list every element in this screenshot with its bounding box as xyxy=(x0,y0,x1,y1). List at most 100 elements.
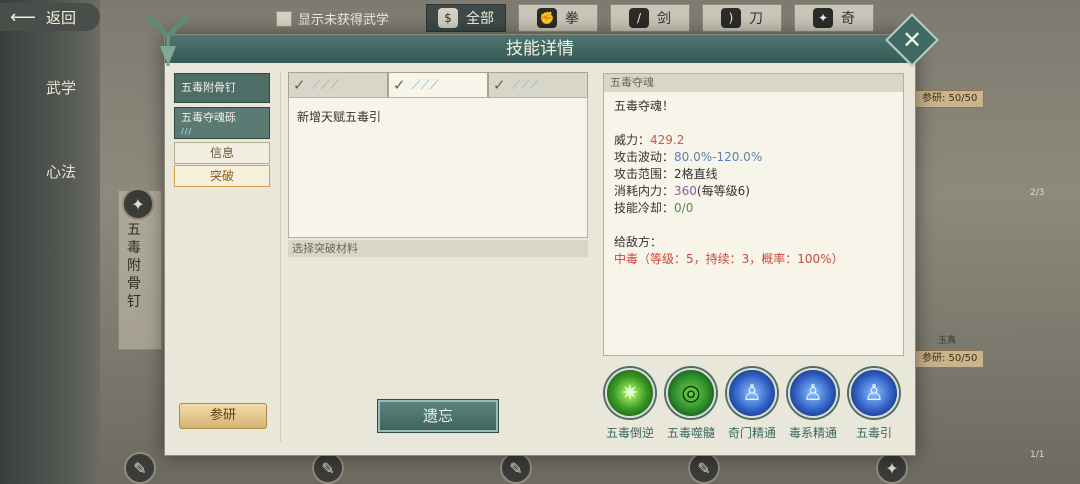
stat-power: 威力：429.2 xyxy=(614,132,893,149)
filter-tab-all[interactable]: $ 全部 xyxy=(426,4,506,32)
background-count-2: 1/1 xyxy=(1030,450,1045,460)
divider xyxy=(280,72,281,442)
info-body: 五毒夺魂！ 威力：429.2 攻击波动：80.0%-120.0% 攻击范围：2格… xyxy=(604,92,903,274)
filter-label: 全部 xyxy=(466,11,494,27)
blade-icon: ) xyxy=(721,8,741,28)
filter-label: 剑 xyxy=(657,11,671,27)
back-button[interactable]: ⟵ 返回 xyxy=(0,3,100,31)
talent-item[interactable]: ♙ 五毒引 xyxy=(844,368,904,441)
stat-cooldown: 技能冷却：0/0 xyxy=(614,200,893,217)
background-count: 2/3 xyxy=(1030,188,1045,198)
filter-tab-fist[interactable]: ✊ 拳 xyxy=(518,4,598,32)
stat-value: 80.0%-120.0% xyxy=(674,150,763,164)
left-category-bar: 武学 心法 xyxy=(0,0,100,484)
sword-level-icon: ⟋⟋⟋ xyxy=(411,77,439,93)
talent-label: 五毒倒逆 xyxy=(605,426,654,440)
close-icon: ✕ xyxy=(901,25,923,54)
level-tabs: ✓ ⟋⟋⟋ ✓ ⟋⟋⟋ ✓ ⟋⟋⟋ xyxy=(288,72,588,98)
filter-tab-sword[interactable]: / 剑 xyxy=(610,4,690,32)
subtab-breakthrough[interactable]: 突破 xyxy=(174,165,270,187)
talent-label: 五毒噬髓 xyxy=(666,426,715,440)
subtab-info[interactable]: 信息 xyxy=(174,142,270,164)
sidebar-tab-mind[interactable]: 心法 xyxy=(46,162,76,182)
back-label: 返回 xyxy=(46,8,77,27)
info-subtitle: 五毒夺魂！ xyxy=(614,99,675,113)
stat-value: 2格直线 xyxy=(674,167,718,181)
filter-label: 刀 xyxy=(749,11,763,27)
shuriken-icon: ✦ xyxy=(876,452,908,484)
level-tab-2[interactable]: ✓ ⟋⟋⟋ xyxy=(388,72,488,98)
talent-label: 奇门精通 xyxy=(727,426,776,440)
background-research-label-2: 参研: 50/50 xyxy=(915,350,985,368)
show-unobtained-label: 显示未获得武学 xyxy=(298,13,390,28)
filter-tab-blade[interactable]: ) 刀 xyxy=(702,4,782,32)
forget-button[interactable]: 遗忘 xyxy=(377,399,499,433)
fist-icon: ✊ xyxy=(537,8,557,28)
skill-list-item-selected[interactable]: 五毒夺魂砾 /// xyxy=(174,107,270,139)
shuriken-icon: ✦ xyxy=(813,8,833,28)
research-button[interactable]: 参研 xyxy=(179,403,267,429)
stat-fluctuation: 攻击波动：80.0%-120.0% xyxy=(614,149,893,166)
filter-label: 奇 xyxy=(841,11,855,27)
stat-value: 429.2 xyxy=(650,133,685,147)
skill-list-item[interactable]: 五毒附骨钉 xyxy=(174,73,270,103)
sword-level-icon: ⟋⟋⟋ xyxy=(511,77,539,93)
stat-value: 0/0 xyxy=(674,201,694,215)
talent-item[interactable]: ♙ 毒系精通 xyxy=(783,368,843,441)
background-card-caption: 玉真 xyxy=(938,336,957,346)
meditating-figure-icon: ♙ xyxy=(727,368,777,418)
talent-item[interactable]: ✷ 五毒倒逆 xyxy=(600,368,660,441)
stat-value: 360 xyxy=(674,184,697,198)
sword-level-icon: ⟋⟋⟋ xyxy=(311,77,339,93)
level-tab-1[interactable]: ✓ ⟋⟋⟋ xyxy=(288,72,388,98)
meditating-figure-icon: ♙ xyxy=(849,368,899,418)
skill-info-panel: 五毒夺魂 五毒夺魂！ 威力：429.2 攻击波动：80.0%-120.0% 攻击… xyxy=(603,73,904,356)
money-bag-icon: $ xyxy=(438,8,458,28)
stat-extra: (每等级6) xyxy=(696,184,750,198)
blade-icon: ✎ xyxy=(312,452,344,484)
filter-label: 拳 xyxy=(565,11,579,27)
stat-label: 威力： xyxy=(614,133,651,147)
back-arrow-icon: ⟵ xyxy=(10,6,36,28)
blade-icon: ✎ xyxy=(124,452,156,484)
background-research-label: 参研: 50/50 xyxy=(915,90,985,108)
talent-icon-row: ✷ 五毒倒逆 ◎ 五毒噬髓 ♙ 奇门精通 ♙ 毒系精通 ♙ 五毒引 xyxy=(600,368,910,446)
stat-label: 消耗内力： xyxy=(614,184,675,198)
sidebar-tab-martial[interactable]: 武学 xyxy=(46,78,76,98)
talent-label: 毒系精通 xyxy=(788,426,837,440)
talent-label: 五毒引 xyxy=(855,426,892,440)
enemy-effect: 中毒（等级：5，持续：3，概率：100%） xyxy=(614,252,844,266)
info-title: 五毒夺魂 xyxy=(604,74,903,92)
stat-cost: 消耗内力：360(每等级6) xyxy=(614,183,893,200)
background-card-name: 五毒附骨钉 xyxy=(127,222,141,310)
checkbox[interactable] xyxy=(276,10,292,27)
stat-range: 攻击范围：2格直线 xyxy=(614,166,893,183)
skill-name: 五毒夺魂砾 xyxy=(181,111,236,124)
green-swirl-icon: ◎ xyxy=(666,368,716,418)
sword-icon: / xyxy=(629,8,649,28)
meditating-figure-icon: ♙ xyxy=(788,368,838,418)
decorative-tassel-icon xyxy=(146,14,190,66)
enemy-label: 给敌方： xyxy=(614,235,663,249)
talent-text: 新增天赋五毒引 xyxy=(297,110,382,124)
blade-icon: ✎ xyxy=(500,452,532,484)
stat-label: 攻击波动： xyxy=(614,150,675,164)
dialog-title: 技能详情 xyxy=(165,35,915,63)
skill-name: 五毒附骨钉 xyxy=(181,81,236,94)
level-swords-icon: /// xyxy=(181,127,193,136)
talent-item[interactable]: ♙ 奇门精通 xyxy=(722,368,782,441)
check-icon: ✓ xyxy=(293,76,306,94)
shuriken-icon: ✦ xyxy=(122,188,154,220)
stat-label: 攻击范围： xyxy=(614,167,675,181)
materials-header: 选择突破材料 xyxy=(288,240,588,257)
level-tab-3[interactable]: ✓ ⟋⟋⟋ xyxy=(488,72,588,98)
show-unobtained-toggle[interactable]: 显示未获得武学 xyxy=(276,9,389,28)
blade-icon: ✎ xyxy=(688,452,720,484)
filter-tab-odd[interactable]: ✦ 奇 xyxy=(794,4,874,32)
talent-description: 新增天赋五毒引 xyxy=(288,97,588,238)
stat-label: 技能冷却： xyxy=(614,201,675,215)
check-icon: ✓ xyxy=(493,76,506,94)
talent-item[interactable]: ◎ 五毒噬髓 xyxy=(661,368,721,441)
check-icon: ✓ xyxy=(393,76,406,94)
green-flame-icon: ✷ xyxy=(605,368,655,418)
